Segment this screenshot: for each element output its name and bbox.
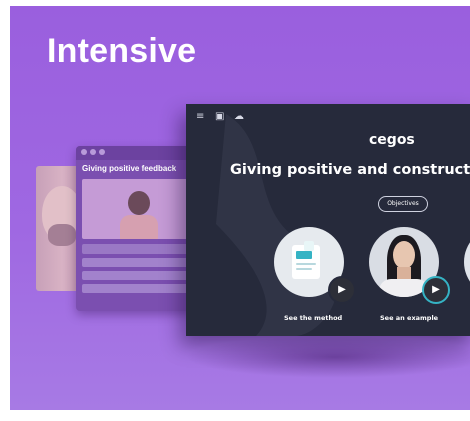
cegos-logo: cegos <box>369 132 415 148</box>
objectives-button[interactable]: Objectives <box>378 196 428 212</box>
window-dot-icon <box>99 149 105 155</box>
progress-bar <box>82 244 188 254</box>
document-badge-icon <box>304 241 314 251</box>
cloud-icon[interactable]: ☁ <box>234 112 245 122</box>
window-dot-icon <box>90 149 96 155</box>
answer-option[interactable] <box>82 284 188 293</box>
card-title: Intensive <box>47 32 197 70</box>
play-icon[interactable]: ▶ <box>422 276 450 304</box>
play-icon[interactable]: ▶ <box>328 276 356 304</box>
man-beard-image <box>48 224 76 246</box>
presenter-image <box>82 179 188 239</box>
feedback-window: Giving positive feedback <box>76 146 194 311</box>
presenter-body <box>120 215 158 239</box>
course-heading: Giving positive and constructive <box>230 162 470 178</box>
woman-face <box>393 241 415 269</box>
presenter-head <box>128 191 150 215</box>
course-toolbar: ≡ ▣ ☁ <box>196 112 245 122</box>
document-header-icon <box>296 251 312 259</box>
window-titlebar <box>76 146 194 160</box>
menu-icon[interactable]: ≡ <box>196 112 207 122</box>
document-line <box>296 268 312 270</box>
answer-option[interactable] <box>82 271 188 280</box>
document-line <box>296 263 316 265</box>
intensive-card[interactable]: Intensive Giving positive feedback ≡ ▣ ☁ <box>10 6 470 410</box>
screen-icon[interactable]: ▣ <box>215 112 226 122</box>
window-dot-icon <box>81 149 87 155</box>
drop-shadow <box>185 336 470 378</box>
feedback-window-title: Giving positive feedback <box>82 164 177 173</box>
answer-option[interactable] <box>82 258 188 267</box>
example-caption: See an example <box>380 314 439 322</box>
course-window: ≡ ▣ ☁ cegos Giving positive and construc… <box>186 104 470 336</box>
method-caption: See the method <box>284 314 343 322</box>
